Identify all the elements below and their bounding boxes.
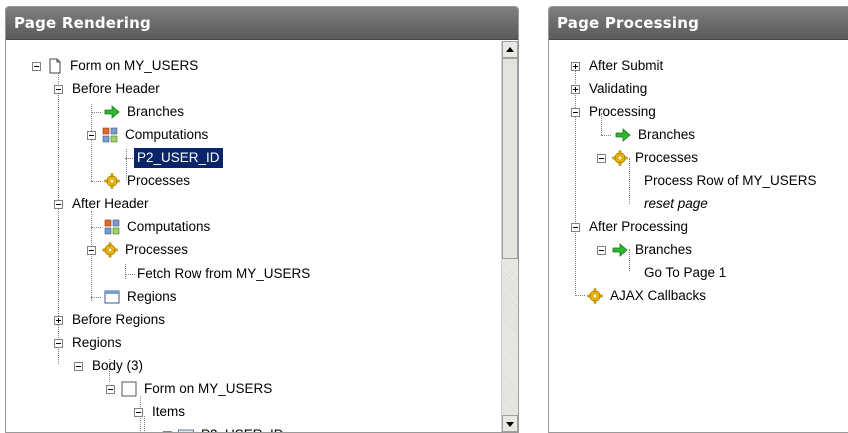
tree-node-label: Processes [127,173,191,188]
tree-node-ajax-callbacks[interactable]: AJAX Callbacks [587,286,709,306]
collapse-toggle[interactable] [87,130,96,140]
tree-node-label: After Processing [589,219,689,234]
tree-node-label: Form on MY_USERS [70,58,199,73]
tree-node-computations[interactable]: Computations [104,217,213,237]
tree-node-form-region[interactable]: Form on MY_USERS [106,379,275,399]
tree-node-label: After Header [72,196,149,211]
collapse-toggle[interactable] [54,199,63,209]
tree-node-processes[interactable]: Processes [597,148,701,168]
collapse-toggle[interactable] [87,245,96,255]
tree-node-items[interactable]: Items [134,402,188,422]
scroll-track[interactable] [502,259,518,415]
tree-node-regions[interactable]: Regions [104,287,180,307]
collapse-toggle[interactable] [54,338,63,348]
tree-node-go-to-page[interactable]: Go To Page 1 [641,263,729,283]
computation-icon [102,127,118,143]
tree-node-label: Process Row of MY_USERS [644,173,817,188]
process-gear-icon [104,173,120,189]
page-processing-body: After Submit Validating Processing Branc… [549,41,848,432]
tree-node-label: AJAX Callbacks [610,288,707,303]
collapse-toggle[interactable] [106,384,115,394]
tree-node-label: Branches [127,104,185,119]
region-window-icon [104,289,120,305]
tree-node-label: Form on MY_USERS [144,381,273,396]
page-rendering-panel: Page Rendering Form on MY_USERS Before H… [5,6,519,433]
tree-node-after-submit[interactable]: After Submit [571,56,666,76]
tree-node-branches[interactable]: Branches [615,125,698,145]
process-gear-icon [587,288,603,304]
tree-node-before-header[interactable]: Before Header [54,79,163,99]
branch-arrow-icon [104,104,120,120]
tree-node-label: Fetch Row from MY_USERS [137,266,311,281]
tree-node-body[interactable]: Body (3) [74,356,146,376]
tree-node-processing[interactable]: Processing [571,102,659,122]
expand-toggle[interactable] [571,61,580,71]
tree-node-form-on-my-users[interactable]: Form on MY_USERS [32,56,201,76]
tree-node-branches[interactable]: Branches [597,240,695,260]
tree-node-processes[interactable]: Processes [104,171,193,191]
tree-node-reset-page[interactable]: reset page [641,194,711,214]
tree-node-label: Branches [638,127,696,142]
collapse-toggle[interactable] [32,61,41,71]
process-gear-icon [612,150,628,166]
tree-node-label: Go To Page 1 [644,265,727,280]
collapse-toggle[interactable] [54,84,63,94]
tree-node-computations[interactable]: Computations [87,125,211,145]
collapse-toggle[interactable] [597,153,606,163]
text-field-icon [178,427,194,433]
expand-toggle[interactable] [54,315,63,325]
branch-arrow-icon [615,127,631,143]
collapse-toggle[interactable] [134,407,143,417]
page-processing-title: Page Processing [549,7,848,40]
page-rendering-tree: Form on MY_USERS Before Header Branches … [6,41,518,432]
tree-node-after-processing[interactable]: After Processing [571,217,691,237]
page-icon [47,58,63,74]
tree-node-regions[interactable]: Regions [54,333,125,353]
process-gear-icon [102,242,118,258]
tree-node-label: Before Regions [72,312,166,327]
vertical-scrollbar[interactable] [501,41,518,432]
tree-node-label: Processing [589,104,656,119]
tree-node-label: Body (3) [92,358,144,373]
tree-node-branches[interactable]: Branches [104,102,187,122]
tree-node-label: Computations [125,127,209,142]
page-rendering-title: Page Rendering [6,7,518,40]
collapse-toggle[interactable] [597,245,606,255]
tree-node-label: Processes [635,150,699,165]
region-box-icon [121,381,137,397]
page-rendering-body: Form on MY_USERS Before Header Branches … [6,41,518,432]
tree-node-p2-user-id[interactable]: P2_USER_ID [134,148,223,168]
tree-node-label: Validating [589,81,648,96]
tree-node-label: reset page [644,196,708,211]
computation-icon [104,219,120,235]
tree-node-validating[interactable]: Validating [571,79,650,99]
tree-node-label: Items [152,404,186,419]
tree-node-fetch-row[interactable]: Fetch Row from MY_USERS [134,264,313,284]
branch-arrow-icon [612,242,628,258]
tree-node-after-header[interactable]: After Header [54,194,152,214]
page-processing-panel: Page Processing After Submit Validating … [548,6,848,433]
tree-node-label: Branches [635,242,693,257]
page-processing-tree: After Submit Validating Processing Branc… [549,41,848,432]
scroll-down-button[interactable] [502,415,518,432]
collapse-toggle[interactable] [571,222,580,232]
tree-node-item-p2-user-id[interactable]: P2_USER_ID [163,425,287,433]
tree-node-process-row[interactable]: Process Row of MY_USERS [641,171,820,191]
tree-node-label: Computations [127,219,211,234]
tree-node-before-regions[interactable]: Before Regions [54,310,168,330]
tree-node-label: Before Header [72,81,160,96]
scroll-up-button[interactable] [502,41,518,58]
scroll-thumb[interactable] [502,58,518,259]
collapse-toggle[interactable] [571,107,580,117]
tree-node-label: Regions [72,335,122,350]
tree-node-label: P2_USER_ID [198,425,287,432]
tree-node-label: Regions [127,289,177,304]
expand-toggle[interactable] [571,84,580,94]
collapse-toggle[interactable] [74,361,83,371]
tree-node-label: After Submit [589,58,664,73]
tree-node-label: P2_USER_ID [134,148,223,168]
tree-node-processes[interactable]: Processes [87,240,191,260]
tree-node-label: Processes [125,242,189,257]
